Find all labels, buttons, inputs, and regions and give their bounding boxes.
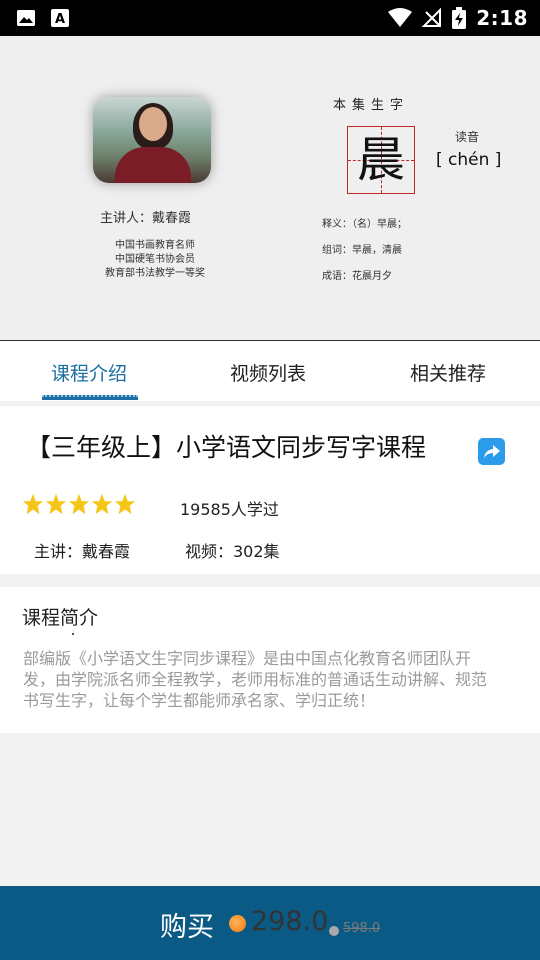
share-icon	[484, 445, 500, 458]
rating-stars	[22, 493, 136, 515]
course-info-card: 【三年级上】小学语文同步写字课程 19585人学过 主讲：戴春霞 视频：302集	[0, 406, 540, 574]
lecturer: 主讲：戴春霞	[34, 542, 131, 561]
learner-count: 19585人学过	[180, 500, 279, 519]
character-heading: 本集生字	[333, 98, 410, 113]
status-time: 2:18	[476, 6, 528, 30]
tab-bar: 课程介绍 视频列表 相关推荐	[0, 340, 540, 401]
character-idiom: 成语：花晨月夕	[322, 271, 392, 282]
star-icon	[91, 493, 113, 515]
character: 晨	[356, 132, 405, 188]
buy-button[interactable]: 购买	[160, 905, 214, 944]
character-words: 组词：早晨，清晨	[322, 245, 402, 256]
course-title: 【三年级上】小学语文同步写字课程	[26, 433, 427, 462]
tab-video-list[interactable]: 视频列表	[230, 359, 306, 386]
divider-dot	[72, 633, 74, 635]
teacher-name: 主讲人：戴春霞	[100, 211, 192, 226]
tab-recommendations[interactable]: 相关推荐	[410, 359, 486, 386]
purchase-bar[interactable]: 购买 298.0 598.0	[0, 886, 540, 960]
wifi-icon	[388, 8, 413, 27]
coin-icon	[229, 915, 246, 932]
teacher-photo	[93, 97, 211, 183]
svg-text:A: A	[55, 12, 65, 27]
character-definition: 释义：（名）早晨；	[322, 219, 407, 230]
original-price: 598.0	[343, 921, 381, 936]
intro-heading: 课程简介	[22, 607, 99, 629]
course-intro-card: 课程简介 部编版《小学语文生字同步课程》是由中国点化教育名师团队开发，由学院派名…	[0, 587, 540, 733]
share-button[interactable]	[478, 438, 505, 465]
coin-icon-small	[329, 926, 339, 936]
video-count: 视频：302集	[185, 542, 280, 561]
star-icon	[22, 493, 44, 515]
intro-text: 部编版《小学语文生字同步课程》是由中国点化教育名师团队开发，由学院派名师全程教学…	[23, 649, 488, 710]
battery-charging-icon	[452, 7, 467, 29]
pinyin: [ chén ]	[436, 150, 502, 170]
star-icon	[68, 493, 90, 515]
teacher-titles: 中国书画教育名师 中国硬笔书协会员 教育部书法教学一等奖	[105, 240, 205, 279]
star-icon	[45, 493, 67, 515]
signal-off-icon	[422, 8, 442, 27]
character-grid-box: 晨	[347, 126, 415, 194]
text-a-icon: A	[51, 9, 69, 27]
status-bar: A 2:18	[0, 0, 540, 36]
video-banner[interactable]: 主讲人：戴春霞 中国书画教育名师 中国硬笔书协会员 教育部书法教学一等奖 本集生…	[0, 36, 540, 340]
tab-course-intro[interactable]: 课程介绍	[51, 359, 127, 386]
active-tab-indicator	[42, 395, 138, 400]
star-icon	[114, 493, 136, 515]
reading-label: 读音	[455, 130, 480, 144]
price: 298.0	[251, 906, 329, 937]
image-icon	[17, 10, 35, 26]
